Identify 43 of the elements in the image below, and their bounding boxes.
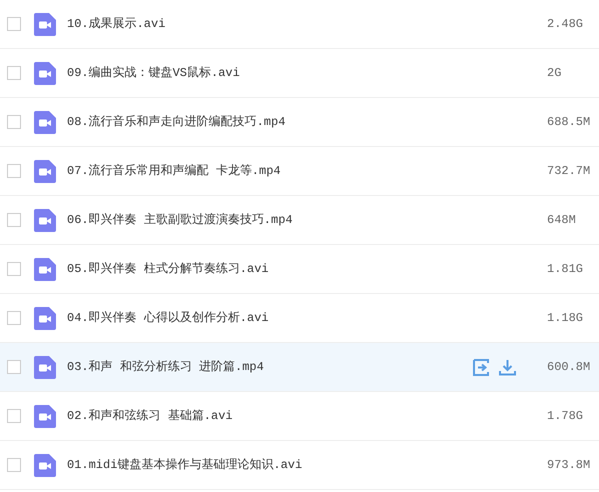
checkbox[interactable] (7, 213, 21, 227)
file-size: 688.5M (547, 114, 592, 131)
checkbox[interactable] (7, 360, 21, 374)
video-file-icon (34, 110, 56, 134)
file-name[interactable]: 08.流行音乐和声走向进阶编配技巧.mp4 (67, 113, 286, 131)
video-file-icon (34, 258, 56, 280)
file-name[interactable]: 04.即兴伴奏 心得以及创作分析.avi (67, 309, 269, 327)
checkbox[interactable] (7, 262, 21, 276)
video-file-icon (34, 404, 56, 428)
file-size: 2G (547, 65, 562, 82)
file-size: 1.81G (547, 261, 584, 278)
video-file-icon (34, 208, 56, 232)
video-file-icon (34, 62, 56, 84)
file-name[interactable]: 01.midi键盘基本操作与基础理论知识.avi (67, 456, 302, 474)
file-name[interactable]: 05.即兴伴奏 柱式分解节奏练习.avi (67, 260, 269, 278)
checkbox[interactable] (7, 115, 21, 129)
checkbox[interactable] (7, 17, 21, 31)
file-name[interactable]: 07.流行音乐常用和声编配 卡龙等.mp4 (67, 162, 281, 180)
video-file-icon (34, 356, 56, 378)
video-file-icon (34, 454, 56, 476)
file-size: 1.78G (547, 408, 584, 425)
download-icon[interactable] (499, 358, 516, 376)
video-file-icon (34, 160, 56, 182)
move-icon[interactable] (473, 358, 490, 376)
video-file-icon (34, 12, 56, 36)
file-size: 1.18G (547, 310, 584, 327)
file-name[interactable]: 03.和声 和弦分析练习 进阶篇.mp4 (67, 358, 264, 376)
file-size: 732.7M (547, 163, 592, 180)
file-row[interactable]: 03.和声 和弦分析练习 进阶篇.mp4 600.8M (0, 343, 599, 392)
video-file-icon (34, 306, 56, 330)
file-size: 600.8M (547, 359, 592, 376)
file-name[interactable]: 10.成果展示.avi (67, 15, 166, 33)
file-name[interactable]: 06.即兴伴奏 主歌副歌过渡演奏技巧.mp4 (67, 211, 293, 229)
file-name[interactable]: 02.和声和弦练习 基础篇.avi (67, 407, 233, 425)
file-name[interactable]: 09.编曲实战：键盘VS鼠标.avi (67, 64, 240, 82)
file-size: 973.8M (547, 457, 592, 474)
checkbox[interactable] (7, 66, 21, 80)
file-size: 648M (547, 212, 577, 229)
checkbox[interactable] (7, 311, 21, 325)
checkbox[interactable] (7, 164, 21, 178)
checkbox[interactable] (7, 458, 21, 472)
checkbox[interactable] (7, 409, 21, 423)
file-size: 2.48G (547, 16, 584, 33)
